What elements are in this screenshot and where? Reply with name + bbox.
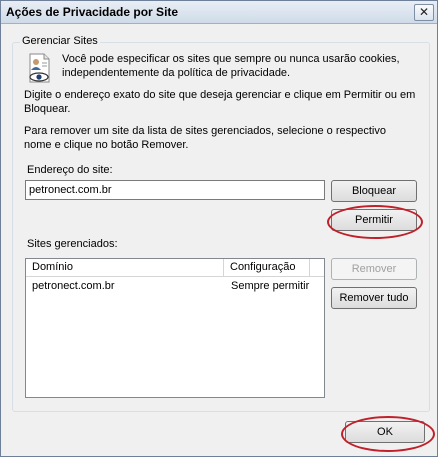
row-domain: petronect.com.br xyxy=(32,280,115,292)
privacy-document-icon xyxy=(29,53,50,83)
remove-all-button[interactable]: Remover tudo xyxy=(331,287,417,309)
remove-button[interactable]: Remover xyxy=(331,258,417,280)
managed-sites-label: Sites gerenciados: xyxy=(27,238,118,250)
title-bar: Ações de Privacidade por Site ✕ xyxy=(1,1,437,24)
close-icon: ✕ xyxy=(418,5,430,19)
row-setting: Sempre permitir xyxy=(231,280,310,292)
ok-button[interactable]: OK xyxy=(345,421,425,443)
site-address-label: Endereço do site: xyxy=(27,164,113,176)
close-button[interactable]: ✕ xyxy=(414,4,434,21)
manage-sites-group-label: Gerenciar Sites xyxy=(20,35,100,47)
column-header-setting[interactable]: Configuração xyxy=(224,259,310,276)
block-button[interactable]: Bloquear xyxy=(331,180,417,202)
list-header: Domínio Configuração xyxy=(26,259,324,277)
managed-sites-list[interactable]: Domínio Configuração petronect.com.br Se… xyxy=(25,258,325,398)
column-header-domain[interactable]: Domínio xyxy=(26,259,224,276)
site-address-input[interactable]: petronect.com.br xyxy=(25,180,325,200)
dialog-title: Ações de Privacidade por Site xyxy=(6,5,179,19)
remove-instructions: Para remover um site da lista de sites g… xyxy=(24,125,386,151)
info-text: Você pode especificar os sites que sempr… xyxy=(62,53,400,79)
manage-instructions: Digite o endereço exato do site que dese… xyxy=(24,89,416,115)
table-row[interactable]: petronect.com.br Sempre permitir xyxy=(26,278,324,294)
allow-button[interactable]: Permitir xyxy=(331,209,417,231)
